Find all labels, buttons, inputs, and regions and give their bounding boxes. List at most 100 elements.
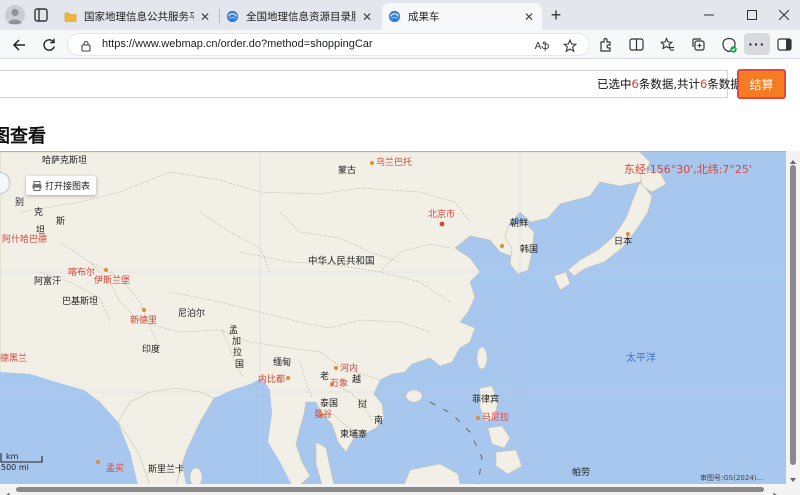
- cart-summary-text: 已选中6条数据,共计6条数据: [597, 76, 742, 92]
- map-label-cambodia: 柬埔寨: [340, 430, 368, 440]
- map-label-thailand: 泰国: [320, 399, 339, 409]
- favorite-star-icon[interactable]: [562, 38, 578, 54]
- map-label-islamabad: 伊斯兰堡: [94, 276, 131, 286]
- city-marker: [104, 268, 108, 272]
- map-label-pacific: 太平洋: [626, 353, 656, 364]
- map-label-laos-1: 老: [320, 372, 330, 382]
- map-label-kabul: 喀布尔: [68, 268, 96, 278]
- minimize-icon[interactable]: [700, 6, 718, 24]
- printer-icon: [32, 180, 42, 191]
- city-marker: [96, 460, 100, 464]
- globe-favicon-icon: [226, 10, 239, 23]
- map-label-vientiane: 万象: [330, 379, 349, 389]
- taiwan-land: [476, 346, 488, 370]
- lock-icon[interactable]: [80, 39, 92, 52]
- folder-favicon-icon: [64, 10, 77, 23]
- map-canvas[interactable]: [0, 152, 786, 484]
- map-label-laos-2: 挝: [358, 400, 368, 410]
- extensions-icon[interactable]: [597, 36, 614, 53]
- map-label-vietnam-1: 越: [352, 375, 362, 385]
- scroll-right-icon[interactable]: [772, 486, 779, 495]
- capital-marker: [439, 221, 445, 227]
- map-label-kazakhstan: 哈萨克斯坦: [42, 156, 88, 166]
- maximize-icon[interactable]: [743, 6, 761, 24]
- browser-window: 国家地理信息公共服务平台 天地图 ✕ 全国地理信息资源目录服务系统 ✕ 成果车 …: [0, 0, 800, 495]
- refresh-icon[interactable]: [38, 34, 60, 56]
- summary-middle: 条数据,共计: [638, 77, 700, 91]
- vertical-scrollbar[interactable]: [786, 151, 800, 495]
- map-label-vietnam-2: 南: [374, 416, 384, 426]
- horizontal-scrollbar[interactable]: [0, 484, 786, 495]
- map-label-bangkok: 曼谷: [314, 410, 333, 420]
- city-marker: [476, 416, 480, 420]
- favorites-icon[interactable]: [659, 36, 676, 53]
- window-close-icon[interactable]: [775, 6, 793, 24]
- map-label-palau: 帕劳: [572, 468, 591, 478]
- sri-lanka-land: [189, 467, 203, 484]
- new-tab-button[interactable]: +: [548, 6, 564, 24]
- map-label-ulaanbaatar: 乌兰巴托: [376, 158, 413, 168]
- map-label-bangladesh-2: 加: [232, 337, 242, 347]
- city-marker: [626, 232, 630, 236]
- tab-title: 成果车: [408, 11, 440, 23]
- close-icon[interactable]: ✕: [360, 10, 374, 24]
- map-label-kyrgyz-fragment: 别: [15, 198, 25, 208]
- more-icon[interactable]: ···: [744, 33, 770, 55]
- section-heading: 图查看: [0, 126, 46, 147]
- city-marker: [142, 308, 146, 312]
- map-label-nepal: 尼泊尔: [178, 309, 206, 319]
- horizontal-scrollbar-thumb[interactable]: [16, 487, 764, 492]
- profile-icon[interactable]: [5, 5, 25, 25]
- map-label-ashgabat: 阿什哈巴德: [2, 235, 48, 245]
- map-label-kyrgyz: 克: [34, 208, 44, 218]
- map-label-afghanistan: 阿富汗: [34, 277, 62, 287]
- map-label-myanmar: 缅甸: [273, 358, 292, 368]
- sidebar-icon[interactable]: [776, 36, 793, 53]
- city-marker: [334, 366, 338, 370]
- page-content: 已选中6条数据,共计6条数据 结算 图查看 哈萨克斯坦 蒙古 乌兰巴托 北京市 …: [0, 60, 800, 495]
- scroll-down-icon[interactable]: [789, 471, 797, 482]
- city-marker: [370, 161, 374, 165]
- read-aloud-icon[interactable]: Aֆ: [534, 38, 550, 54]
- map-label-mongolia: 蒙古: [338, 166, 357, 176]
- map-label-tehran: 德黑兰: [0, 354, 28, 364]
- tab-strip: 国家地理信息公共服务平台 天地图 ✕ 全国地理信息资源目录服务系统 ✕ 成果车 …: [0, 0, 800, 30]
- address-toolbar: https://www.webmap.cn/order.do?method=sh…: [0, 30, 800, 59]
- tab-catalog[interactable]: 全国地理信息资源目录服务系统 ✕: [220, 3, 380, 30]
- map-label-north-korea: 朝鲜: [510, 219, 529, 229]
- map-viewer[interactable]: 哈萨克斯坦 蒙古 乌兰巴托 北京市 朝鲜 韩国 日本 中华人民共和国 别 克 斯…: [0, 151, 786, 484]
- close-icon[interactable]: ✕: [522, 10, 536, 24]
- map-label-india: 印度: [142, 345, 161, 355]
- coordinate-readout: 东经:156°30',北纬:7°25': [624, 163, 752, 176]
- tab-shopping-car[interactable]: 成果车 ✕: [382, 3, 542, 30]
- close-icon[interactable]: ✕: [198, 10, 212, 24]
- map-label-sri-lanka: 斯里兰卡: [148, 465, 185, 475]
- scroll-left-icon[interactable]: [4, 486, 11, 495]
- hainan-land: [405, 389, 423, 403]
- map-label-bangladesh-4: 国: [235, 360, 245, 370]
- back-icon[interactable]: [8, 34, 30, 56]
- map-label-tajik: 斯: [56, 217, 66, 227]
- tab-actions-icon[interactable]: [32, 6, 50, 24]
- index-map-toggle-button[interactable]: 打开接图表: [26, 176, 97, 195]
- scroll-up-icon[interactable]: [789, 153, 797, 164]
- map-label-south-korea: 韩国: [520, 245, 539, 255]
- address-bar[interactable]: https://www.webmap.cn/order.do?method=sh…: [67, 33, 590, 56]
- tab-title: 全国地理信息资源目录服务系统: [246, 11, 356, 23]
- map-label-pakistan: 巴基斯坦: [62, 297, 99, 307]
- browser-essentials-icon[interactable]: [720, 36, 737, 53]
- map-label-new-delhi: 新德里: [130, 316, 158, 326]
- split-screen-icon[interactable]: [628, 36, 645, 53]
- url-text[interactable]: https://www.webmap.cn/order.do?method=sh…: [102, 38, 373, 50]
- city-marker: [500, 244, 504, 248]
- vertical-scrollbar-thumb[interactable]: [790, 165, 796, 465]
- scale-km-label: km: [6, 452, 19, 461]
- map-label-mumbai: 孟买: [106, 464, 125, 474]
- index-map-toggle-label: 打开接图表: [45, 182, 91, 192]
- map-label-hanoi: 河内: [340, 364, 359, 374]
- checkout-button[interactable]: 结算: [737, 69, 786, 99]
- tab-tianditu[interactable]: 国家地理信息公共服务平台 天地图 ✕: [58, 3, 218, 30]
- tab-title: 国家地理信息公共服务平台 天地图: [84, 11, 194, 23]
- collections-icon[interactable]: [690, 36, 707, 53]
- map-label-bangladesh-3: 拉: [233, 348, 243, 358]
